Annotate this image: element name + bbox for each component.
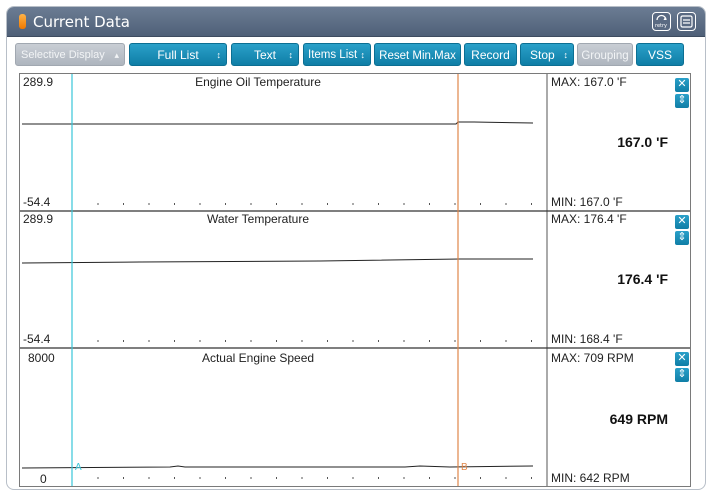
full-list-dropdown[interactable]: Full List ↕ xyxy=(129,43,227,66)
panel-3-current-value: 649 RPM xyxy=(609,411,668,427)
text-label: Text xyxy=(253,48,276,62)
panel-2-max: MAX: 176.4 'F xyxy=(551,212,627,226)
panel-2-title: Water Temperature xyxy=(206,212,310,226)
text-dropdown[interactable]: Text ↕ xyxy=(231,43,299,66)
svg-text:retry: retry xyxy=(655,23,667,29)
stop-dropdown[interactable]: Stop ↕ xyxy=(520,43,574,66)
panel-3-title: Actual Engine Speed xyxy=(201,351,315,365)
items-list-dropdown[interactable]: Items List ↕ xyxy=(303,43,371,66)
panel-2-ymax: 289.9 xyxy=(23,212,54,226)
window-indicator-icon xyxy=(19,14,26,29)
full-list-label: Full List xyxy=(157,48,199,62)
stop-label: Stop xyxy=(530,48,555,62)
panel-2-current-value: 176.4 'F xyxy=(617,271,668,287)
panel-3-up-down-arrows-icon[interactable]: ⇕ xyxy=(675,368,689,382)
window-title: Current Data xyxy=(33,13,130,31)
axis-ticks xyxy=(97,203,532,479)
panel-1-title: Engine Oil Temperature xyxy=(195,75,321,89)
panel-1-up-down-arrows-icon[interactable]: ⇕ xyxy=(675,94,689,108)
panel-3-max: MAX: 709 RPM xyxy=(551,351,634,365)
current-data-window: Current Data retry Selective Display ▴ Fu… xyxy=(6,6,706,490)
selective-display-dropdown[interactable]: Selective Display ▴ xyxy=(15,43,125,66)
dropdown-arrows-icon: ↕ xyxy=(360,50,366,60)
engine-speed-trace xyxy=(21,465,534,469)
cursor-a-label: A xyxy=(75,462,82,473)
vss-label: VSS xyxy=(647,48,672,62)
panel-1-ymax: 289.9 xyxy=(23,75,54,89)
selective-display-label: Selective Display xyxy=(21,49,105,61)
save-button[interactable] xyxy=(677,12,696,31)
dropdown-arrows-icon: ▴ xyxy=(114,50,119,60)
panel-2-close-icon[interactable]: ✕ xyxy=(675,215,689,229)
toolbar: Selective Display ▴ Full List ↕ Text ↕ Item… xyxy=(7,37,705,73)
graph-area: 289.9 -54.4 Engine Oil Temperature MAX: … xyxy=(19,73,691,487)
retry-button[interactable]: retry xyxy=(652,12,671,31)
panel-2-up-down-arrows-icon[interactable]: ⇕ xyxy=(675,231,689,245)
vss-button[interactable]: VSS xyxy=(636,43,684,66)
engine-oil-temperature-trace xyxy=(22,121,534,125)
record-button[interactable]: Record xyxy=(464,43,517,66)
panel-1-current-value: 167.0 'F xyxy=(617,134,668,150)
title-bar: Current Data retry xyxy=(7,7,705,37)
reset-minmax-label: Reset Min.Max xyxy=(379,50,456,62)
reset-minmax-button[interactable]: Reset Min.Max xyxy=(374,43,461,66)
cursor-b-label: B xyxy=(461,462,468,473)
save-icon xyxy=(680,15,693,28)
panel-1-ymin: -54.4 xyxy=(23,195,51,209)
dropdown-arrows-icon: ↕ xyxy=(216,50,222,60)
panel-2-ymin: -54.4 xyxy=(23,332,51,346)
water-temperature-trace xyxy=(21,258,533,264)
panel-2-min: MIN: 168.4 'F xyxy=(551,332,623,346)
panel-3-ymax: 8000 xyxy=(28,351,55,365)
panel-1-min: MIN: 167.0 'F xyxy=(551,195,623,209)
record-label: Record xyxy=(471,48,510,62)
dropdown-arrows-icon: ↕ xyxy=(288,50,294,60)
panel-3-close-icon[interactable]: ✕ xyxy=(675,352,689,366)
panel-3-ymin: 0 xyxy=(40,472,47,486)
grouping-button[interactable]: Grouping xyxy=(577,43,633,66)
grouping-label: Grouping xyxy=(581,50,629,62)
panel-1-max: MAX: 167.0 'F xyxy=(551,75,627,89)
items-list-label: Items List xyxy=(308,49,358,61)
panel-3-min: MIN: 642 RPM xyxy=(551,471,630,485)
dropdown-arrows-icon: ↕ xyxy=(563,50,569,60)
retry-icon: retry xyxy=(655,14,667,29)
panel-1-close-icon[interactable]: ✕ xyxy=(675,78,689,92)
